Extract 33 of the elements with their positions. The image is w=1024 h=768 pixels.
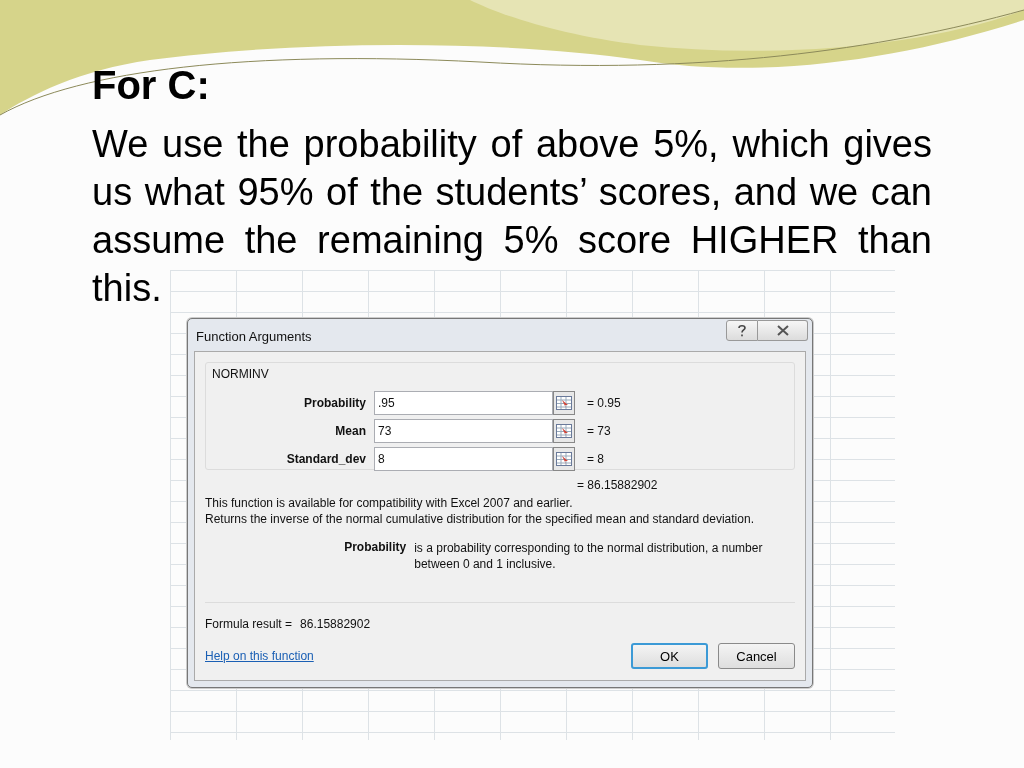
argument-input[interactable]: 73 [374,419,553,443]
help-button[interactable] [726,320,758,341]
help-icon [737,324,747,337]
argument-input[interactable]: 8 [374,447,553,471]
formula-result-label: Formula result = [205,617,293,631]
close-button[interactable] [758,320,808,341]
close-icon [776,325,789,336]
argument-label: Probability [303,396,367,410]
argument-description: is a probability corresponding to the normal distribution, a number between 0 and 1 inclusive. [414,540,764,572]
argument-label: Mean [334,424,367,438]
slide-paragraph: We use the probability of above 5%, which gives us what 95% of the students’ scores, and we can assume the remaining 5% score HIGHER than this. [92,122,932,311]
dialog-button[interactable]: OK [631,643,708,669]
collapse-dialog-button[interactable] [553,391,575,415]
range-select-icon [556,452,572,466]
argument-label: Standard_dev [285,452,367,466]
argument-result: = 0.95 [587,396,621,410]
argument-result: = 8 [587,452,604,466]
function-description: Returns the inverse of the normal cumulative distribution for the specified mean and standard deviation. [205,512,755,526]
argument-result: = 73 [587,424,611,438]
collapse-dialog-button[interactable] [553,419,575,443]
function-result: = 86.15882902 [577,478,659,492]
range-select-icon [556,396,572,410]
argument-input[interactable]: .95 [374,391,553,415]
range-select-icon [556,424,572,438]
formula-result-value: 86.15882902 [300,617,371,631]
argument-name: Probability [343,540,408,556]
compatibility-note: This function is available for compatibility with Excel 2007 and earlier. [205,496,574,510]
dialog-button[interactable]: Cancel [718,643,795,669]
help-link[interactable]: Help on this function [205,649,314,663]
collapse-dialog-button[interactable] [553,447,575,471]
slide-title: For C: [92,62,211,108]
dialog-title: Function Arguments [196,329,312,344]
function-name: NORMINV [212,367,270,381]
